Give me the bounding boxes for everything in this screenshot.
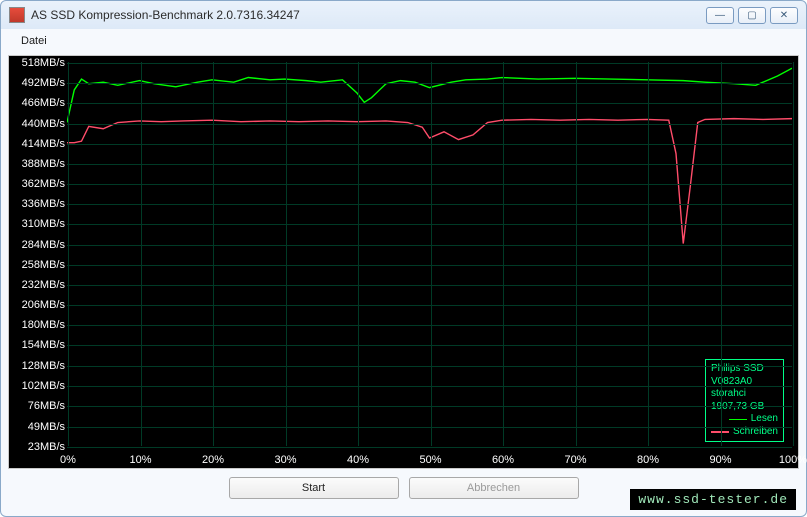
vgrid bbox=[358, 62, 359, 446]
x-tick-label: 70% bbox=[564, 454, 586, 466]
vgrid bbox=[721, 62, 722, 446]
start-button[interactable]: Start bbox=[229, 477, 399, 499]
vgrid bbox=[68, 62, 69, 446]
hgrid bbox=[67, 164, 792, 165]
x-tick-label: 10% bbox=[129, 454, 151, 466]
y-tick-label: 284MB/s bbox=[11, 239, 65, 251]
y-tick-label: 492MB/s bbox=[11, 77, 65, 89]
x-tick-label: 80% bbox=[637, 454, 659, 466]
menu-datei[interactable]: Datei bbox=[15, 33, 53, 49]
window-title: AS SSD Kompression-Benchmark 2.0.7316.34… bbox=[31, 8, 706, 22]
legend-box: Philips SSD V0823A0 storahci 1907,73 GB … bbox=[705, 359, 784, 442]
legend-read-label: Lesen bbox=[751, 413, 778, 426]
y-tick-label: 232MB/s bbox=[11, 279, 65, 291]
y-tick-label: 336MB/s bbox=[11, 198, 65, 210]
y-tick-label: 128MB/s bbox=[11, 360, 65, 372]
hgrid bbox=[67, 427, 792, 428]
hgrid bbox=[67, 345, 792, 346]
x-tick-label: 60% bbox=[492, 454, 514, 466]
y-tick-label: 154MB/s bbox=[11, 339, 65, 351]
chart-area: Philips SSD V0823A0 storahci 1907,73 GB … bbox=[8, 55, 799, 469]
x-tick-label: 90% bbox=[709, 454, 731, 466]
vgrid bbox=[576, 62, 577, 446]
hgrid bbox=[67, 204, 792, 205]
y-tick-label: 180MB/s bbox=[11, 319, 65, 331]
hgrid bbox=[67, 124, 792, 125]
app-window: AS SSD Kompression-Benchmark 2.0.7316.34… bbox=[0, 0, 807, 517]
y-tick-label: 440MB/s bbox=[11, 118, 65, 130]
hgrid bbox=[67, 386, 792, 387]
y-tick-label: 310MB/s bbox=[11, 218, 65, 230]
hgrid bbox=[67, 63, 792, 64]
close-button[interactable]: ✕ bbox=[770, 7, 798, 24]
vgrid bbox=[793, 62, 794, 446]
series-Lesen bbox=[67, 68, 792, 122]
y-tick-label: 414MB/s bbox=[11, 138, 65, 150]
hgrid bbox=[67, 103, 792, 104]
y-tick-label: 466MB/s bbox=[11, 97, 65, 109]
x-tick-label: 50% bbox=[419, 454, 441, 466]
y-tick-label: 206MB/s bbox=[11, 299, 65, 311]
y-tick-label: 362MB/s bbox=[11, 178, 65, 190]
y-tick-label: 258MB/s bbox=[11, 259, 65, 271]
maximize-button[interactable]: ▢ bbox=[738, 7, 766, 24]
vgrid bbox=[213, 62, 214, 446]
plot-region: Philips SSD V0823A0 storahci 1907,73 GB … bbox=[67, 62, 792, 446]
app-icon bbox=[9, 7, 25, 23]
y-tick-label: 76MB/s bbox=[11, 400, 65, 412]
x-tick-label: 20% bbox=[202, 454, 224, 466]
hgrid bbox=[67, 447, 792, 448]
watermark: www.ssd-tester.de bbox=[630, 489, 796, 510]
vgrid bbox=[648, 62, 649, 446]
read-swatch bbox=[729, 419, 747, 421]
hgrid bbox=[67, 184, 792, 185]
x-tick-label: 0% bbox=[60, 454, 76, 466]
x-tick-label: 100% bbox=[779, 454, 807, 466]
hgrid bbox=[67, 83, 792, 84]
hgrid bbox=[67, 285, 792, 286]
window-buttons: — ▢ ✕ bbox=[706, 7, 798, 24]
abort-button[interactable]: Abbrechen bbox=[409, 477, 579, 499]
x-tick-label: 30% bbox=[274, 454, 296, 466]
hgrid bbox=[67, 144, 792, 145]
chart-svg bbox=[67, 62, 792, 446]
hgrid bbox=[67, 224, 792, 225]
vgrid bbox=[286, 62, 287, 446]
vgrid bbox=[431, 62, 432, 446]
titlebar: AS SSD Kompression-Benchmark 2.0.7316.34… bbox=[1, 1, 806, 29]
hgrid bbox=[67, 265, 792, 266]
hgrid bbox=[67, 325, 792, 326]
vgrid bbox=[503, 62, 504, 446]
y-tick-label: 102MB/s bbox=[11, 380, 65, 392]
hgrid bbox=[67, 245, 792, 246]
minimize-button[interactable]: — bbox=[706, 7, 734, 24]
x-tick-label: 40% bbox=[347, 454, 369, 466]
hgrid bbox=[67, 366, 792, 367]
vgrid bbox=[141, 62, 142, 446]
y-tick-label: 518MB/s bbox=[11, 57, 65, 69]
hgrid bbox=[67, 305, 792, 306]
y-tick-label: 49MB/s bbox=[11, 421, 65, 433]
y-tick-label: 388MB/s bbox=[11, 158, 65, 170]
hgrid bbox=[67, 406, 792, 407]
menubar: Datei bbox=[1, 29, 806, 51]
y-tick-label: 23MB/s bbox=[11, 441, 65, 453]
